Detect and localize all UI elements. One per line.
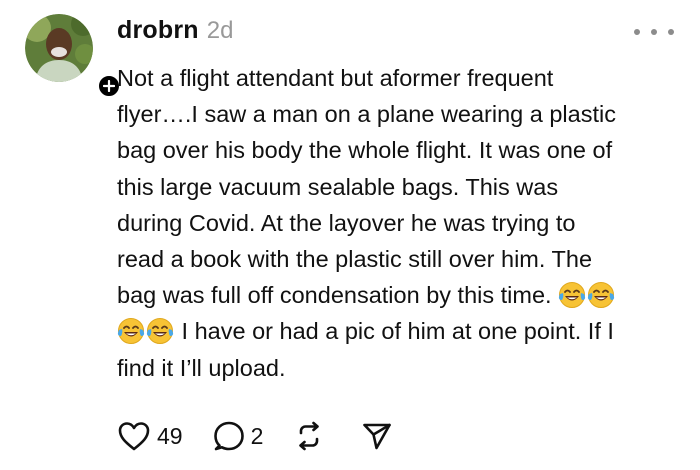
avatar-image [25, 14, 93, 82]
post-header: drobrn 2d [117, 16, 233, 45]
laughing-tears-emoji-icon [558, 282, 586, 309]
post-line: flyer….I saw a man on a plane wearing a … [117, 101, 616, 128]
post-line: find it I’ll upload. [117, 354, 286, 381]
send-icon [363, 423, 392, 450]
post-line: I have or had a pic of him at one point.… [175, 318, 614, 345]
post-line: this large vacuum sealable bags. This wa… [117, 173, 559, 200]
repost-button[interactable] [293, 420, 325, 452]
post-time: 2d [206, 17, 234, 44]
like-count: 49 [157, 422, 183, 449]
post-line: Not a flight attendant but aformer frequ… [117, 65, 554, 91]
repost-icon [299, 421, 320, 451]
post-line: bag was full off condensation by this ti… [117, 282, 559, 309]
avatar[interactable] [25, 14, 122, 99]
laughing-tears-emoji-icon [587, 282, 615, 309]
username[interactable]: drobrn [117, 16, 199, 45]
comment-icon [213, 421, 244, 451]
post-line: bag over his body the whole flight. It w… [117, 137, 613, 164]
heart-icon [118, 422, 150, 451]
post-body: Not a flight attendant but aformer frequ… [117, 60, 685, 386]
post-actions: 49 2 [117, 420, 393, 452]
reply-count: 2 [250, 422, 264, 449]
laughing-tears-emoji-icon [117, 318, 145, 345]
laughing-tears-emoji-icon [146, 318, 174, 345]
like-button[interactable]: 49 [117, 420, 183, 452]
more-icon[interactable] [634, 22, 674, 42]
share-button[interactable] [361, 420, 393, 452]
post-line: read a book with the plastic still over … [117, 246, 593, 273]
post-line: during Covid. At the layover he was tryi… [117, 209, 576, 236]
reply-button[interactable]: 2 [213, 420, 264, 452]
